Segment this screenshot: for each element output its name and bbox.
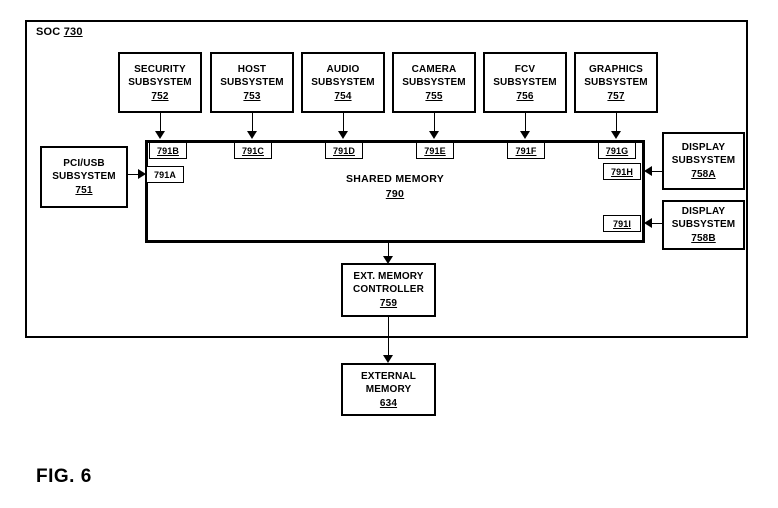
pci-usb-subsystem-number: 751 [75, 185, 93, 196]
ext-memory-controller-number: 759 [379, 298, 398, 309]
connector-display-a-to-memory [652, 171, 662, 172]
shared-memory-label: SHARED MEMORY 790 [145, 172, 645, 201]
security-subsystem-line2: SUBSYSTEM [128, 76, 192, 88]
port-791a-label: 791A [154, 169, 176, 180]
soc-label-text: SOC [36, 26, 64, 38]
audio-subsystem-number: 754 [334, 90, 352, 102]
arrowhead-display-a [644, 166, 652, 176]
security-subsystem-line1: SECURITY [134, 63, 186, 75]
display-subsystem-b-box[interactable]: DISPLAY SUBSYSTEM 758B [662, 200, 745, 250]
shared-memory-number: 790 [385, 188, 405, 200]
display-subsystem-a-line1: DISPLAY [681, 142, 726, 153]
port-791b-label: 791B [157, 145, 179, 156]
arrowhead-security [155, 131, 165, 139]
port-791g[interactable]: 791G [598, 142, 636, 159]
host-subsystem-box[interactable]: HOST SUBSYSTEM 753 [210, 52, 294, 113]
audio-subsystem-line2: SUBSYSTEM [311, 76, 375, 88]
fcv-subsystem-box[interactable]: FCV SUBSYSTEM 756 [483, 52, 567, 113]
external-memory-line1: EXTERNAL [360, 370, 417, 382]
connector-display-b-to-memory [652, 223, 662, 224]
host-subsystem-line1: HOST [237, 63, 267, 75]
external-memory-line2: MEMORY [365, 383, 412, 395]
camera-subsystem-number: 755 [425, 90, 443, 102]
soc-reference-number: 730 [63, 26, 83, 38]
security-subsystem-box[interactable]: SECURITY SUBSYSTEM 752 [118, 52, 202, 113]
graphics-subsystem-box[interactable]: GRAPHICS SUBSYSTEM 757 [574, 52, 658, 113]
port-791e[interactable]: 791E [416, 142, 454, 159]
display-subsystem-a-box[interactable]: DISPLAY SUBSYSTEM 758A [662, 132, 745, 190]
connector-graphics-to-memory [616, 113, 617, 133]
graphics-subsystem-line1: GRAPHICS [589, 63, 643, 75]
figure-caption: FIG. 6 [36, 466, 92, 487]
graphics-subsystem-number: 757 [607, 90, 625, 102]
port-791a[interactable]: 791A [146, 166, 184, 183]
display-subsystem-b-line1: DISPLAY [681, 206, 726, 217]
soc-label: SOC 730 [36, 26, 83, 38]
arrowhead-graphics [611, 131, 621, 139]
connector-host-to-memory [252, 113, 253, 133]
display-subsystem-b-number: 758B [691, 233, 716, 244]
arrowhead-external-memory [383, 355, 393, 363]
connector-camera-to-memory [434, 113, 435, 133]
fcv-subsystem-number: 756 [516, 90, 534, 102]
port-791h[interactable]: 791H [603, 163, 641, 180]
figure-canvas: SOC 730 SECURITY SUBSYSTEM 752 HOST SUBS… [0, 0, 778, 508]
ext-memory-controller-box[interactable]: EXT. MEMORY CONTROLLER 759 [341, 263, 436, 317]
arrowhead-fcv [520, 131, 530, 139]
fcv-subsystem-line1: FCV [514, 63, 536, 75]
arrowhead-audio [338, 131, 348, 139]
port-791f[interactable]: 791F [507, 142, 545, 159]
pci-usb-subsystem-line1: PCI/USB [63, 158, 105, 169]
host-subsystem-line2: SUBSYSTEM [220, 76, 284, 88]
port-791c[interactable]: 791C [234, 142, 272, 159]
fcv-subsystem-line2: SUBSYSTEM [493, 76, 557, 88]
port-791c-label: 791C [242, 145, 264, 156]
port-791d[interactable]: 791D [325, 142, 363, 159]
pci-usb-subsystem-line2: SUBSYSTEM [52, 171, 116, 182]
display-subsystem-a-number: 758A [691, 169, 716, 180]
pci-usb-subsystem-box[interactable]: PCI/USB SUBSYSTEM 751 [40, 146, 128, 208]
arrowhead-pciusb [138, 169, 146, 179]
shared-memory-title: SHARED MEMORY [345, 173, 444, 185]
display-subsystem-a-line2: SUBSYSTEM [671, 155, 736, 166]
audio-subsystem-box[interactable]: AUDIO SUBSYSTEM 754 [301, 52, 385, 113]
graphics-subsystem-line2: SUBSYSTEM [584, 76, 648, 88]
connector-controller-to-external-memory [388, 317, 389, 360]
arrowhead-host [247, 131, 257, 139]
port-791i[interactable]: 791I [603, 215, 641, 232]
connector-fcv-to-memory [525, 113, 526, 133]
port-791b[interactable]: 791B [149, 142, 187, 159]
camera-subsystem-line2: SUBSYSTEM [402, 76, 466, 88]
external-memory-number: 634 [379, 397, 398, 409]
ext-memory-controller-line1: EXT. MEMORY [353, 271, 424, 282]
camera-subsystem-box[interactable]: CAMERA SUBSYSTEM 755 [392, 52, 476, 113]
port-791e-label: 791E [424, 145, 446, 156]
external-memory-box[interactable]: EXTERNAL MEMORY 634 [341, 363, 436, 416]
arrowhead-camera [429, 131, 439, 139]
port-791i-label: 791I [613, 218, 631, 229]
connector-audio-to-memory [343, 113, 344, 133]
display-subsystem-b-line2: SUBSYSTEM [671, 219, 736, 230]
camera-subsystem-line1: CAMERA [411, 63, 457, 75]
port-791h-label: 791H [611, 166, 633, 177]
ext-memory-controller-line2: CONTROLLER [353, 284, 424, 295]
arrowhead-display-b [644, 218, 652, 228]
port-791f-label: 791F [515, 145, 537, 156]
host-subsystem-number: 753 [243, 90, 261, 102]
port-791g-label: 791G [605, 145, 629, 156]
port-791d-label: 791D [333, 145, 355, 156]
connector-security-to-memory [160, 113, 161, 133]
security-subsystem-number: 752 [151, 90, 169, 102]
audio-subsystem-line1: AUDIO [326, 63, 360, 75]
